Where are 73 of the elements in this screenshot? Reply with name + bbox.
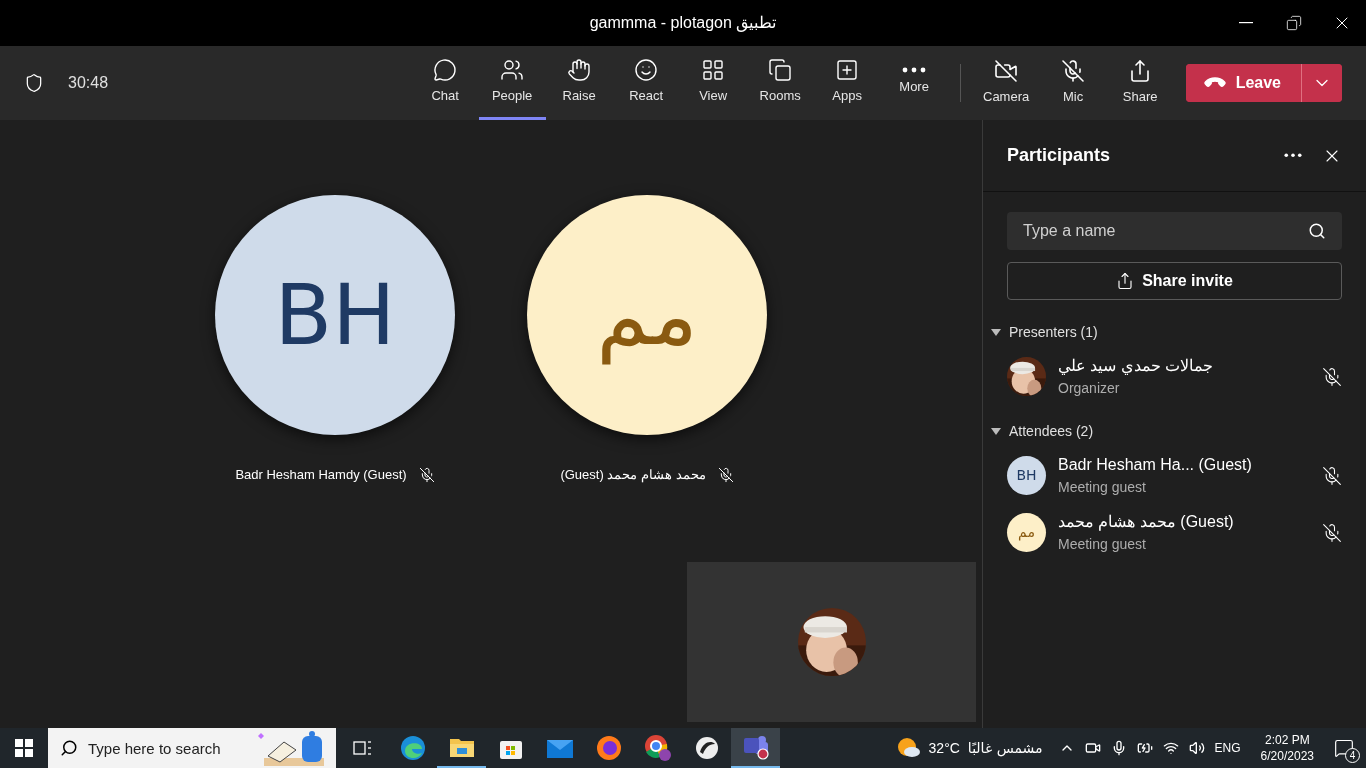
weather-temperature: 32°C: [928, 738, 960, 758]
restore-icon: [1286, 15, 1302, 31]
search-field[interactable]: Type a name: [1007, 212, 1342, 250]
group-header[interactable]: Presenters (1): [983, 316, 1366, 348]
share-invite-button[interactable]: Share invite: [1007, 262, 1342, 300]
window-title: gammma - plotagon تطبيق: [589, 13, 777, 34]
mic-off-icon: [1322, 465, 1342, 486]
share-icon: [1116, 272, 1135, 290]
avatar-initials: مم: [1018, 523, 1035, 543]
toolbar-button[interactable]: Apps: [813, 46, 881, 120]
task-view-icon[interactable]: [352, 739, 372, 757]
chrome-icon[interactable]: [643, 734, 672, 762]
participant-name: محمد هشام محمد (Guest): [1058, 512, 1235, 533]
avatar-initials: BH: [1016, 466, 1037, 485]
camera-icon[interactable]: [1084, 740, 1101, 756]
more-icon: [902, 66, 927, 73]
camera-off-icon: [994, 59, 1019, 84]
battery-icon[interactable]: [1136, 740, 1153, 756]
toolbar-button[interactable]: More: [880, 46, 948, 120]
toolbar-button[interactable]: People: [478, 46, 546, 120]
mic-off-icon: [1322, 366, 1342, 387]
toolbar-button[interactable]: React: [612, 46, 680, 120]
hand-icon: [567, 57, 592, 82]
participant-name: (Guest) محمد هشام محمد: [560, 466, 706, 485]
toolbar-button[interactable]: Rooms: [746, 46, 814, 120]
wifi-icon[interactable]: [1162, 740, 1179, 756]
people-icon: [500, 57, 525, 82]
grid-icon: [701, 57, 726, 82]
participant-role: Organizer: [1058, 379, 1121, 398]
participant-name: Badr Hesham Ha... (Guest): [1058, 455, 1253, 475]
participant-role: Meeting guest: [1058, 535, 1147, 554]
participant-name: جمالات حمدي سيد علي: [1058, 356, 1215, 377]
panel-title: Participants: [1007, 144, 1112, 167]
mail-icon[interactable]: [546, 738, 573, 758]
chat-icon: [433, 57, 458, 82]
browser-icon[interactable]: [399, 735, 426, 761]
notification-badge: 4: [1345, 748, 1360, 763]
shield-icon: [24, 73, 44, 93]
caret-icon: [991, 427, 1001, 435]
toolbar-button[interactable]: Chat: [411, 46, 479, 120]
toolbar-button[interactable]: View: [679, 46, 747, 120]
minimize-icon: [1239, 22, 1253, 24]
app-icon[interactable]: [694, 736, 719, 760]
mic-off-icon: [1322, 522, 1342, 543]
toolbar-button[interactable]: Share: [1106, 46, 1174, 120]
mic-off-icon: [717, 466, 734, 483]
search-icon: [1308, 222, 1326, 240]
volume-icon[interactable]: [1188, 740, 1205, 756]
mic-off-icon: [418, 466, 435, 483]
weather-condition: مشمس غالبًا: [967, 738, 1043, 759]
meeting-timer: 30:48: [68, 73, 109, 93]
search-icon: [60, 739, 78, 757]
windows-logo-icon: [15, 739, 33, 757]
toolbar-button[interactable]: Mic: [1039, 46, 1107, 120]
plus-square-icon: [835, 57, 860, 82]
more-icon: [1284, 153, 1302, 158]
toolbar-button[interactable]: Raise: [545, 46, 613, 120]
clock[interactable]: 2:02 PM 6/20/2023: [1252, 732, 1322, 764]
notifications-icon[interactable]: [1334, 738, 1354, 758]
group-header[interactable]: Attendees (2): [983, 415, 1366, 447]
avatar-initials: BH: [274, 265, 396, 366]
sun-cloud-icon: [896, 737, 921, 759]
mic-off-icon: [1061, 59, 1086, 84]
more-options-button[interactable]: [1284, 153, 1302, 158]
caret-icon: [991, 328, 1001, 336]
participant-row[interactable]: BH Badr Hesham Ha... (Guest) Meeting guest: [983, 447, 1366, 504]
folder-icon[interactable]: [448, 736, 475, 758]
participant-role: Meeting guest: [1058, 478, 1147, 497]
avatar-initials: مم: [596, 265, 698, 367]
toolbar-button[interactable]: Camera: [972, 46, 1040, 120]
participant-name: Badr Hesham Hamdy (Guest): [235, 466, 407, 484]
smiley-icon: [634, 57, 659, 82]
language-indicator[interactable]: ENG: [1214, 739, 1241, 757]
